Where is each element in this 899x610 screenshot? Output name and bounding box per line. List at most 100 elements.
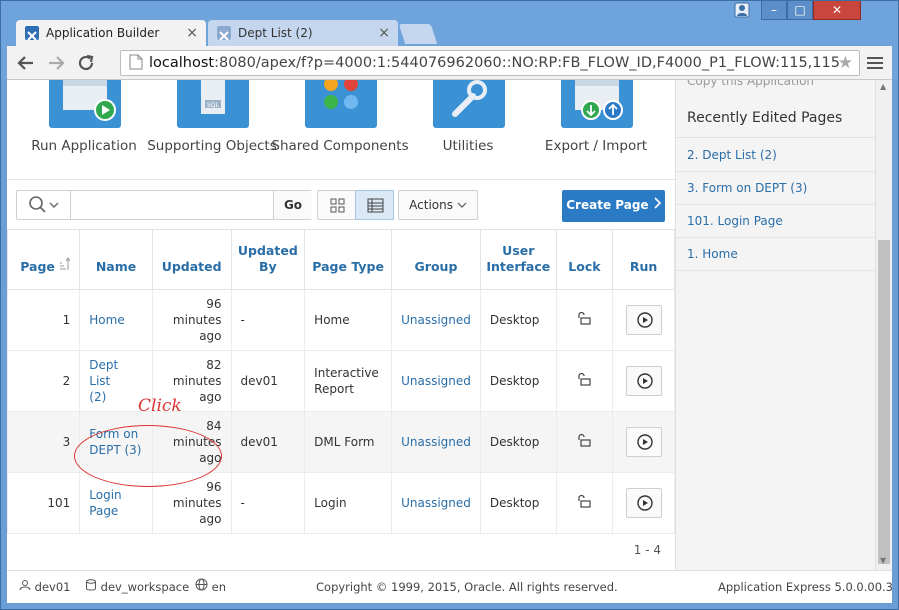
header-label: By <box>258 259 277 274</box>
tab-close-icon[interactable]: × <box>186 20 198 46</box>
scroll-up-icon[interactable]: ▲ <box>880 82 886 91</box>
main-region: Run Application SQL Supporting Objects S… <box>7 80 675 570</box>
actions-menu-button[interactable]: Actions <box>398 190 478 220</box>
unlock-icon[interactable] <box>577 372 592 386</box>
cell-run <box>612 411 675 473</box>
unlock-icon[interactable] <box>577 433 592 447</box>
footer-language-code: en <box>211 580 227 594</box>
cell-name: Home <box>79 289 153 351</box>
name-line: Dept List <box>89 358 119 388</box>
forward-icon[interactable] <box>45 52 67 74</box>
column-header-name[interactable]: Name <box>79 229 153 290</box>
cell-user-interface: Desktop <box>479 350 557 412</box>
column-header-page[interactable]: Page <box>7 229 81 290</box>
tab-dept-list[interactable]: Dept List (2) × <box>208 20 398 46</box>
cell-user-interface: Desktop <box>479 411 557 473</box>
updated-line: 82 <box>206 358 222 372</box>
run-page-button[interactable] <box>625 305 662 335</box>
actions-label: Actions <box>409 198 453 212</box>
apex-favicon-icon <box>25 26 39 41</box>
tab-application-builder[interactable]: Application Builder × <box>16 20 206 46</box>
column-header-updated-by[interactable]: Updated By <box>230 229 306 290</box>
cell-page: 1 <box>7 289 81 351</box>
tab-bar: Application Builder × Dept List (2) × – … <box>0 0 899 46</box>
tile-supporting-objects[interactable]: SQL Supporting Objects <box>147 80 277 180</box>
tab-close-icon[interactable]: × <box>378 20 390 46</box>
header-label: Page <box>20 259 55 274</box>
cell-group: Unassigned <box>391 350 481 412</box>
column-header-group[interactable]: Group <box>391 229 481 290</box>
column-header-updated[interactable]: Updated <box>151 229 232 290</box>
run-page-button[interactable] <box>625 366 662 396</box>
column-header-lock[interactable]: Lock <box>555 229 614 290</box>
tile-utilities[interactable]: Utilities <box>403 80 533 180</box>
tile-label: Export / Import <box>544 138 648 154</box>
page-name-link[interactable]: Dept List (2) <box>89 358 118 404</box>
url-path: :8080/apex/f?p=4000:1:544076962060::NO:R… <box>214 55 840 71</box>
click-annotation-ellipse <box>74 425 222 487</box>
search-column-selector[interactable] <box>17 191 71 219</box>
go-button[interactable]: Go <box>273 191 312 219</box>
updated-line: minutes <box>172 374 222 388</box>
unlock-icon[interactable] <box>577 494 592 508</box>
column-header-run[interactable]: Run <box>612 229 675 290</box>
new-tab-button[interactable] <box>398 24 438 44</box>
browser-toolbar: localhost:8080/apex/f?p=4000:1:544076962… <box>7 46 892 80</box>
close-window-button[interactable]: ✕ <box>813 0 861 20</box>
column-header-page-type[interactable]: Page Type <box>304 229 393 290</box>
group-link[interactable]: Unassigned <box>401 374 471 388</box>
profile-icon[interactable] <box>734 2 750 18</box>
group-link[interactable]: Unassigned <box>401 496 471 510</box>
address-bar[interactable]: localhost:8080/apex/f?p=4000:1:544076962… <box>120 50 860 76</box>
tile-run-application[interactable]: Run Application <box>19 80 149 180</box>
create-page-button[interactable]: Create Page <box>562 190 665 222</box>
scroll-down-icon[interactable]: ▼ <box>880 556 886 565</box>
scrollbar-thumb[interactable] <box>878 240 890 564</box>
updated-line: 96 <box>206 480 222 494</box>
page-name-link[interactable]: Home <box>89 313 124 327</box>
icon-view-button[interactable] <box>317 190 356 220</box>
recent-page-link[interactable]: 101. Login Page <box>676 205 876 238</box>
run-page-button[interactable] <box>625 427 662 457</box>
bookmark-star-icon[interactable]: ★ <box>838 51 853 75</box>
copy-application-link[interactable]: Copy this Application <box>687 80 814 88</box>
cell-lock <box>555 289 614 351</box>
click-annotation-text: Click <box>138 396 182 416</box>
updated-line: 84 <box>206 419 222 433</box>
database-icon <box>86 579 96 591</box>
back-icon[interactable] <box>15 52 37 74</box>
search-group: Go <box>16 190 312 220</box>
column-header-user-interface[interactable]: User Interface <box>479 229 557 290</box>
group-link[interactable]: Unassigned <box>401 313 471 327</box>
type-line: Interactive <box>314 366 379 380</box>
vertical-scrollbar[interactable]: ▲ ▼ <box>875 80 892 570</box>
cell-updated: 96 minutes ago <box>151 289 232 351</box>
unlock-icon[interactable] <box>577 311 592 325</box>
footer-copyright: Copyright © 1999, 2015, Oracle. All righ… <box>316 580 618 594</box>
play-icon <box>636 312 653 328</box>
pages-table: Page Name Updated Updated By Page Type Gr… <box>7 229 675 534</box>
minimize-button[interactable]: – <box>761 0 787 20</box>
recent-page-link[interactable]: 2. Dept List (2) <box>676 139 876 172</box>
tile-shared-components[interactable]: Shared Components <box>271 80 409 180</box>
cell-updated-by: dev01 <box>230 411 306 473</box>
page-name-link[interactable]: Login Page <box>89 488 121 518</box>
recent-page-link[interactable]: 3. Form on DEPT (3) <box>676 172 876 205</box>
tile-export-import[interactable]: Export / Import <box>531 80 661 180</box>
footer-workspace-name: dev_workspace <box>100 580 190 594</box>
supporting-objects-icon: SQL <box>177 80 249 128</box>
updated-line: 96 <box>206 297 222 311</box>
cell-user-interface: Desktop <box>479 289 557 351</box>
report-view-button[interactable] <box>355 190 394 220</box>
reload-icon[interactable] <box>75 52 97 74</box>
browser-menu-icon[interactable] <box>866 54 884 72</box>
group-link[interactable]: Unassigned <box>401 435 471 449</box>
cell-updated-by: - <box>230 472 306 534</box>
maximize-button[interactable]: □ <box>787 0 813 20</box>
export-import-icon <box>561 80 633 128</box>
name-line: Page <box>89 504 119 518</box>
search-input[interactable] <box>72 191 272 219</box>
run-page-button[interactable] <box>625 488 662 518</box>
footer-language[interactable]: en <box>195 571 226 603</box>
recent-page-link[interactable]: 1. Home <box>676 238 876 271</box>
